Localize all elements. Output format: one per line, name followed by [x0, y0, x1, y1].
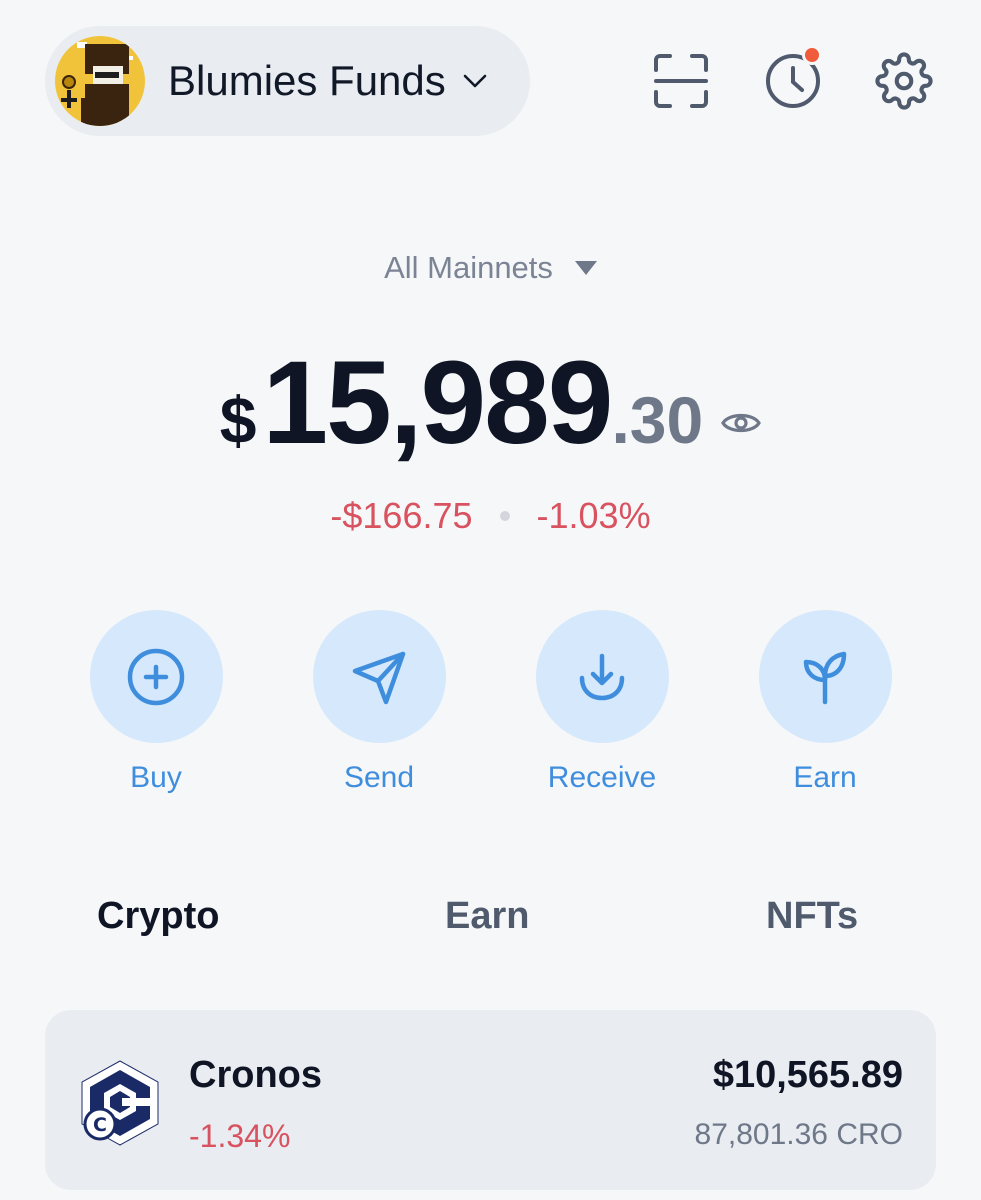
- receive-button[interactable]: Receive: [502, 610, 702, 795]
- earn-label: Earn: [793, 761, 857, 794]
- gear-icon[interactable]: [873, 50, 935, 112]
- history-clock-icon[interactable]: [762, 45, 824, 112]
- balance-decimal: .30: [611, 383, 704, 457]
- network-selector[interactable]: All Mainnets: [0, 250, 981, 286]
- asset-tabs: Crypto Earn NFTs: [0, 895, 981, 955]
- plus-circle-icon: [89, 610, 223, 743]
- account-name: Blumies Funds: [168, 57, 446, 104]
- network-label: All Mainnets: [384, 250, 553, 285]
- chevron-down-icon: [462, 68, 488, 94]
- tab-nfts[interactable]: NFTs: [766, 895, 858, 938]
- buy-label: Buy: [130, 761, 182, 794]
- avatar: [55, 36, 145, 126]
- tab-earn[interactable]: Earn: [445, 895, 529, 938]
- balance-change: -$166.75 -1.03%: [0, 495, 981, 537]
- caret-down-icon: [574, 261, 597, 275]
- token-name: Cronos: [189, 1054, 322, 1096]
- token-row[interactable]: C Cronos -1.34% $10,565.89 87,801.36 CRO: [45, 1010, 936, 1190]
- token-value: $10,565.89: [712, 1054, 903, 1096]
- total-balance: $ 15,989 .30: [0, 335, 981, 471]
- send-label: Send: [343, 761, 415, 794]
- buy-button[interactable]: Buy: [56, 610, 256, 795]
- sprout-icon: [758, 610, 892, 743]
- balance-currency: $: [219, 383, 257, 457]
- scan-icon[interactable]: [650, 50, 712, 112]
- notification-dot: [802, 45, 822, 65]
- change-amount: -$166.75: [330, 495, 473, 536]
- separator-dot: [499, 511, 510, 521]
- eye-icon[interactable]: [721, 409, 762, 437]
- receive-label: Receive: [547, 761, 657, 794]
- send-arrow-icon: [312, 610, 446, 743]
- token-amount: 87,801.36 CRO: [694, 1118, 903, 1151]
- earn-button[interactable]: Earn: [725, 610, 925, 795]
- svg-text:C: C: [93, 1114, 107, 1136]
- change-percent: -1.03%: [536, 495, 651, 536]
- tab-crypto[interactable]: Crypto: [97, 895, 219, 938]
- account-switcher[interactable]: Blumies Funds: [45, 26, 530, 136]
- header: Blumies Funds: [0, 0, 981, 150]
- token-change: -1.34%: [189, 1118, 291, 1154]
- download-arrow-icon: [535, 610, 669, 743]
- cronos-logo-icon: C: [78, 1058, 162, 1148]
- send-button[interactable]: Send: [279, 610, 479, 795]
- balance-integer: 15,989: [262, 337, 614, 469]
